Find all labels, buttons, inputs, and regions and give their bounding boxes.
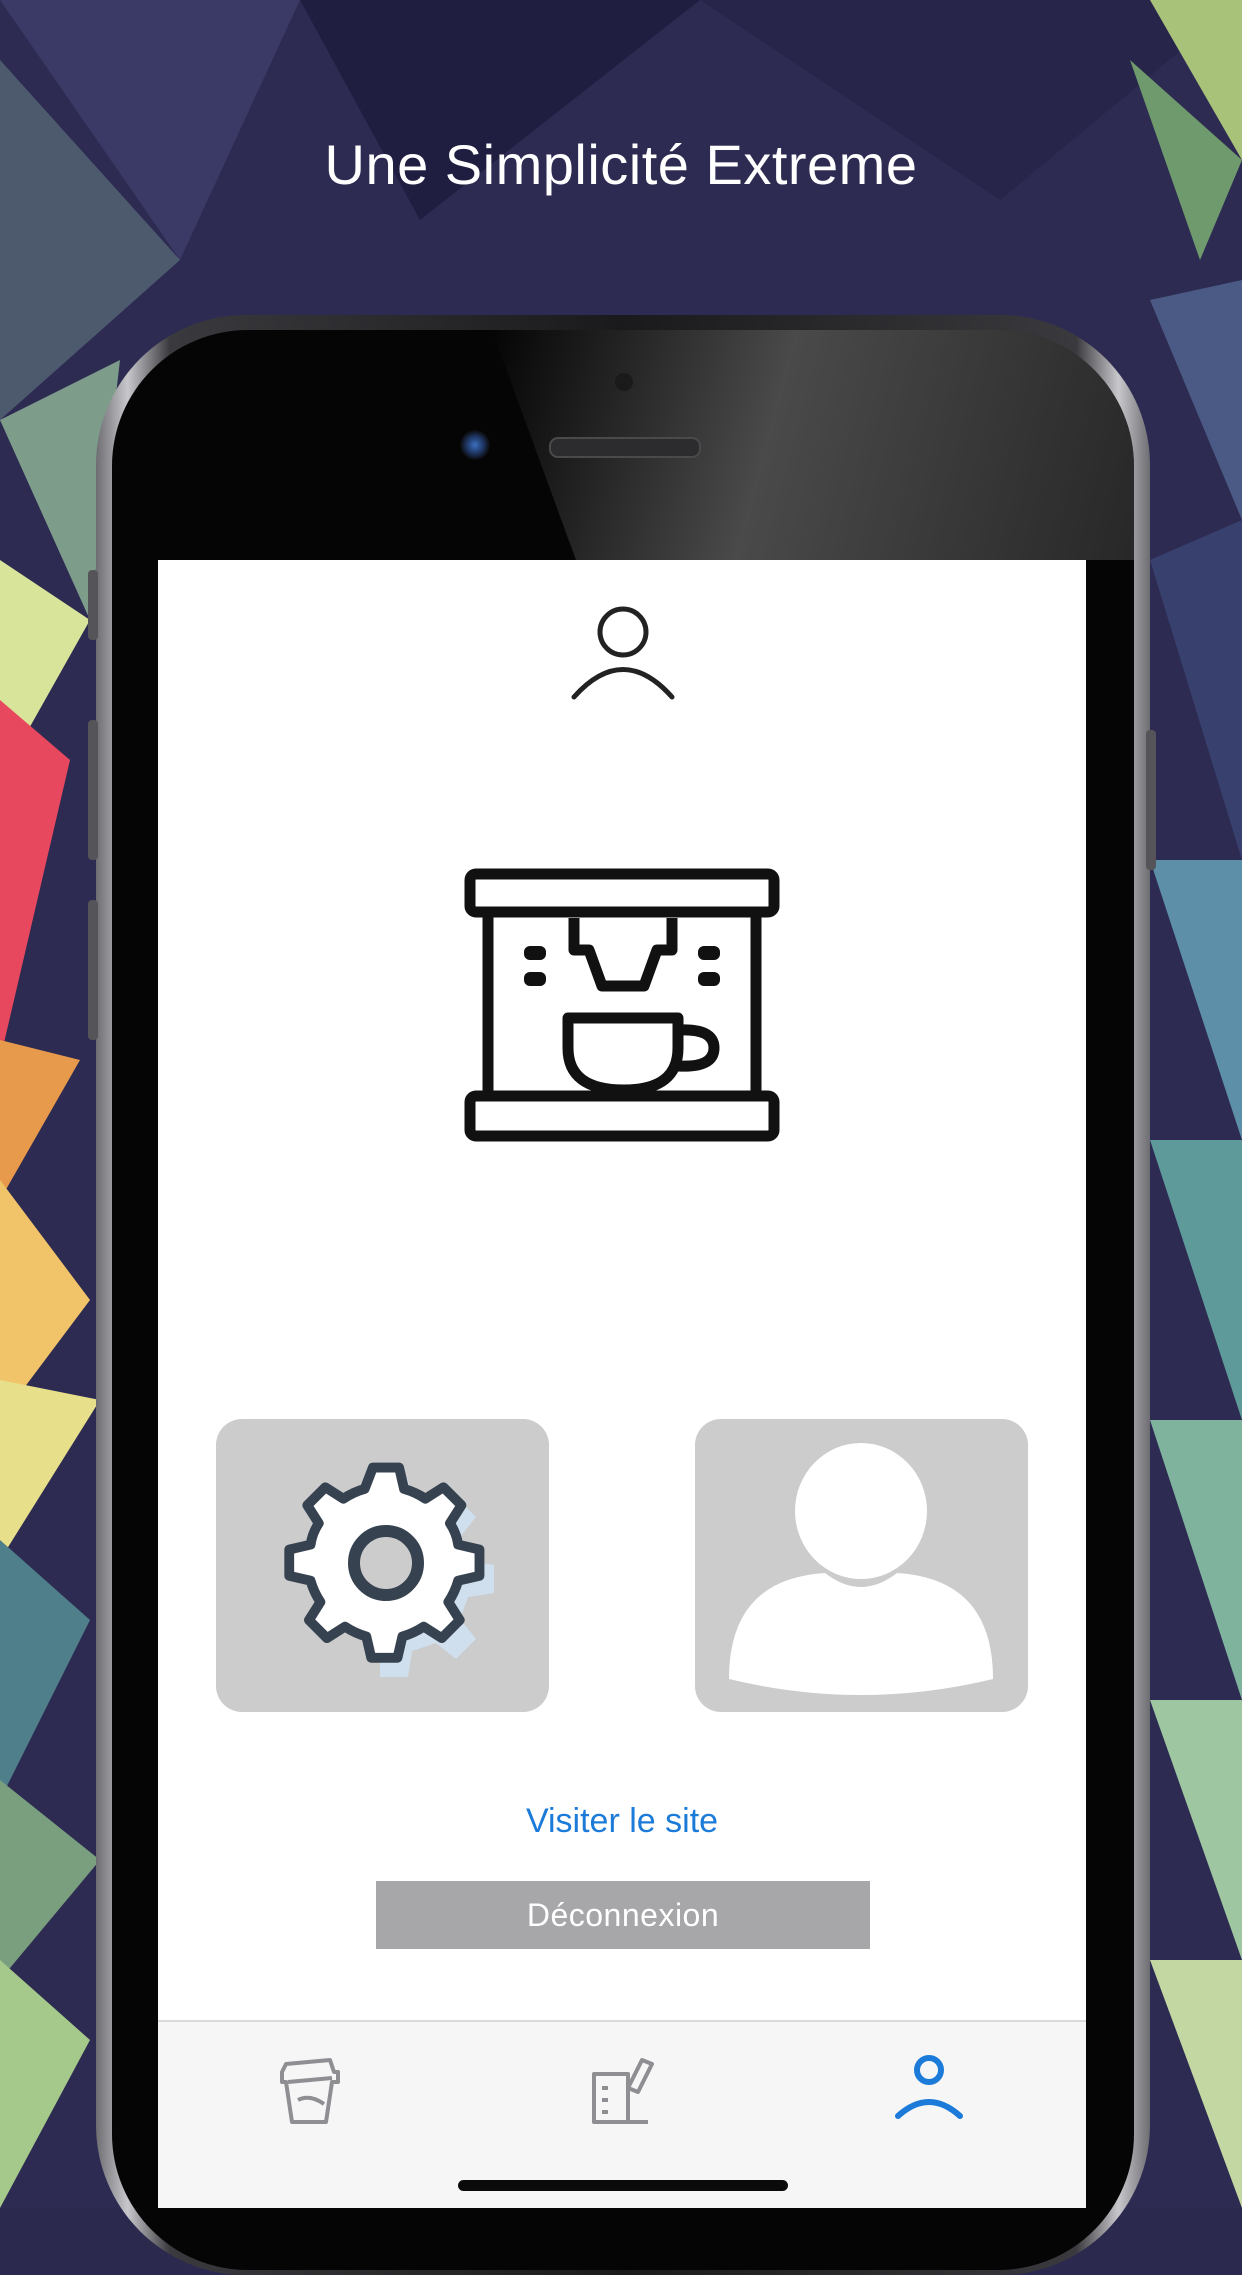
- front-camera: [460, 430, 490, 460]
- tab-order-ticket-icon[interactable]: [576, 2048, 666, 2128]
- user-outline-icon[interactable]: [570, 602, 676, 702]
- volume-up-button: [88, 720, 98, 860]
- headline: Une Simplicité Extreme: [324, 133, 918, 196]
- tab-coffee-cup-icon[interactable]: [268, 2048, 358, 2128]
- proximity-sensor: [615, 373, 633, 391]
- user-silhouette-icon: [729, 1443, 993, 1695]
- gear-icon: [284, 1462, 494, 1677]
- volume-down-button: [88, 900, 98, 1040]
- home-indicator: [458, 2180, 788, 2191]
- tab-user-profile-icon[interactable]: [884, 2048, 974, 2128]
- visit-site-link[interactable]: Visiter le site: [158, 1802, 1086, 1841]
- espresso-machine-icon: [464, 868, 780, 1142]
- profile-tile[interactable]: [695, 1419, 1028, 1712]
- mute-switch: [88, 570, 98, 640]
- power-button: [1146, 730, 1156, 870]
- logout-button[interactable]: Déconnexion: [376, 1881, 870, 1949]
- settings-tile[interactable]: [216, 1419, 549, 1712]
- earpiece-speaker: [549, 437, 701, 458]
- app-screen: Visiter le site Déconnexion: [158, 560, 1086, 2208]
